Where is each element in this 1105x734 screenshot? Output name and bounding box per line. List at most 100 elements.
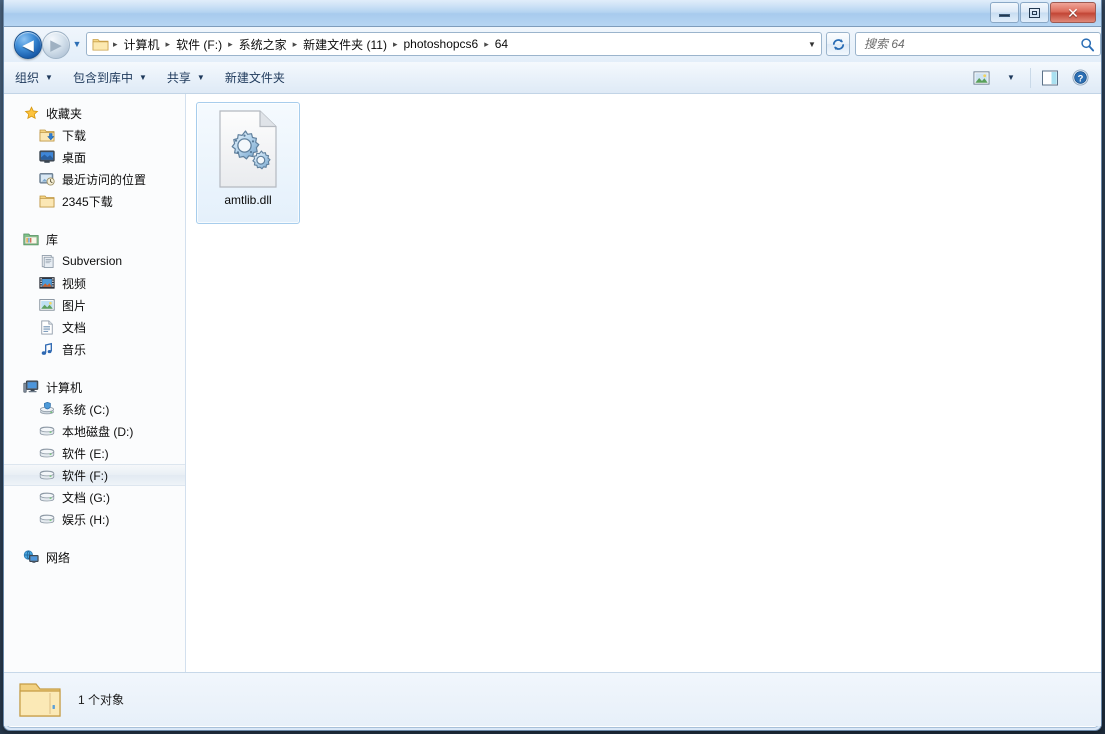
file-name-label: amtlib.dll	[224, 193, 271, 207]
system-drive-icon	[38, 401, 56, 417]
minimize-button[interactable]	[990, 2, 1019, 23]
breadcrumb-item-5[interactable]: 64	[491, 35, 512, 53]
breadcrumb-separator[interactable]: ▸	[226, 39, 235, 50]
share-button[interactable]: 共享 ▼	[158, 66, 214, 90]
view-icon	[973, 70, 990, 86]
recent-places-icon	[38, 171, 56, 187]
maximize-restore-button[interactable]	[1020, 2, 1049, 23]
organize-button[interactable]: 组织 ▼	[6, 66, 62, 90]
sidebar-label-favorites: 收藏夹	[46, 105, 82, 122]
restore-icon	[1021, 3, 1048, 22]
sidebar-item-desktop[interactable]: 桌面	[4, 146, 185, 168]
preview-pane-icon	[1041, 70, 1059, 86]
sidebar-item-music[interactable]: 音乐	[4, 338, 185, 360]
search-icon[interactable]	[1074, 37, 1100, 52]
breadcrumb-item-2[interactable]: 系统之家	[235, 34, 291, 55]
sidebar-label-downloads: 下载	[62, 127, 86, 144]
computer-icon	[22, 379, 40, 395]
sidebar-item-computer[interactable]: 计算机	[4, 376, 185, 398]
sidebar-item-subversion[interactable]: Subversion	[4, 250, 185, 272]
sidebar-item-drive-c[interactable]: 系统 (C:)	[4, 398, 185, 420]
close-glyph: ✕	[1067, 6, 1079, 20]
breadcrumb-separator[interactable]: ▸	[164, 39, 173, 50]
nav-group-libraries: 库 Subversion	[4, 228, 185, 360]
sidebar-label-documents: 文档	[62, 319, 86, 336]
close-button[interactable]: ✕	[1050, 2, 1096, 23]
sidebar-item-libraries[interactable]: 库	[4, 228, 185, 250]
sidebar-item-recent-places[interactable]: 最近访问的位置	[4, 168, 185, 190]
address-bar-row: ◀ ▶ ▼ ▸ 计算机 ▸ 软件 (F:) ▸ 系统之家 ▸ 新建文件夹 (11…	[4, 27, 1101, 62]
sidebar-label-music: 音乐	[62, 341, 86, 358]
new-folder-button[interactable]: 新建文件夹	[216, 66, 294, 90]
sidebar-item-downloads[interactable]: 下载	[4, 124, 185, 146]
breadcrumb-item-1[interactable]: 软件 (F:)	[172, 34, 226, 55]
help-button[interactable]: ?	[1065, 66, 1095, 90]
sidebar-label-libraries: 库	[46, 231, 58, 248]
status-bar: 1 个对象	[4, 672, 1101, 726]
sidebar-item-drive-e[interactable]: 软件 (E:)	[4, 442, 185, 464]
back-button[interactable]: ◀	[14, 31, 42, 59]
address-dropdown-icon[interactable]: ▼	[803, 33, 821, 55]
video-icon	[38, 275, 56, 291]
search-box[interactable]	[855, 32, 1101, 56]
search-input[interactable]	[856, 37, 1074, 51]
address-bar[interactable]: ▸ 计算机 ▸ 软件 (F:) ▸ 系统之家 ▸ 新建文件夹 (11) ▸ ph…	[86, 32, 822, 56]
help-icon: ?	[1072, 69, 1089, 86]
sidebar-item-pictures[interactable]: 图片	[4, 294, 185, 316]
breadcrumb-item-4[interactable]: photoshopcs6	[399, 35, 482, 53]
sidebar-item-favorites[interactable]: 收藏夹	[4, 102, 185, 124]
breadcrumb-item-0[interactable]: 计算机	[120, 34, 164, 55]
sidebar-item-drive-h[interactable]: 娱乐 (H:)	[4, 508, 185, 530]
explorer-body: 收藏夹 下载	[4, 94, 1101, 672]
file-list-view[interactable]: amtlib.dll	[186, 94, 1101, 672]
refresh-button[interactable]	[826, 32, 850, 56]
toolbar-separator	[1030, 68, 1031, 88]
sidebar-item-documents[interactable]: 文档	[4, 316, 185, 338]
change-view-dropdown[interactable]: ▼	[996, 66, 1026, 90]
breadcrumb-separator[interactable]: ▸	[291, 39, 300, 50]
chevron-down-icon: ▼	[1007, 73, 1015, 82]
recent-pages-dropdown[interactable]: ▼	[71, 38, 83, 50]
new-folder-label: 新建文件夹	[225, 69, 285, 86]
title-bar[interactable]: ✕	[4, 0, 1101, 27]
sidebar-label-subversion: Subversion	[62, 254, 122, 268]
breadcrumb: ▸ 计算机 ▸ 软件 (F:) ▸ 系统之家 ▸ 新建文件夹 (11) ▸ ph…	[111, 34, 803, 55]
library-icon	[22, 231, 40, 247]
navigation-pane[interactable]: 收藏夹 下载	[4, 94, 186, 672]
sidebar-label-desktop: 桌面	[62, 149, 86, 166]
file-item-amtlib-dll[interactable]: amtlib.dll	[196, 102, 300, 224]
chevron-down-icon: ▼	[139, 73, 147, 82]
change-view-button[interactable]	[966, 66, 996, 90]
sidebar-item-videos[interactable]: 视频	[4, 272, 185, 294]
sidebar-label-drive-f: 软件 (F:)	[62, 467, 108, 484]
sidebar-label-pictures: 图片	[62, 297, 86, 314]
breadcrumb-separator[interactable]: ▸	[482, 39, 491, 50]
breadcrumb-separator: ▸	[111, 39, 120, 50]
subversion-icon	[38, 253, 56, 269]
close-icon: ✕	[1051, 3, 1095, 22]
sidebar-item-drive-d[interactable]: 本地磁盘 (D:)	[4, 420, 185, 442]
sidebar-item-2345download[interactable]: 2345下载	[4, 190, 185, 212]
include-in-library-label: 包含到库中	[73, 69, 133, 86]
chevron-down-icon: ▼	[197, 73, 205, 82]
drive-icon	[38, 511, 56, 527]
sidebar-item-drive-f[interactable]: 软件 (F:)	[4, 464, 185, 486]
folder-icon	[16, 678, 66, 722]
breadcrumb-separator[interactable]: ▸	[391, 39, 400, 50]
nav-group-favorites: 收藏夹 下载	[4, 102, 185, 212]
minimize-icon	[991, 3, 1018, 22]
dll-gear-icon	[214, 109, 282, 189]
forward-button[interactable]: ▶	[42, 31, 70, 59]
sidebar-item-drive-g[interactable]: 文档 (G:)	[4, 486, 185, 508]
breadcrumb-item-3[interactable]: 新建文件夹 (11)	[299, 34, 391, 55]
chevron-down-icon: ▼	[45, 73, 53, 82]
explorer-window: ✕ ◀ ▶ ▼ ▸ 计算机 ▸ 软件 (F:) ▸	[0, 0, 1105, 734]
sidebar-item-network[interactable]: 网络	[4, 546, 185, 568]
desktop-icon	[38, 149, 56, 165]
organize-label: 组织	[15, 69, 39, 86]
sidebar-label-computer: 计算机	[46, 379, 82, 396]
sidebar-label-drive-d: 本地磁盘 (D:)	[62, 423, 133, 440]
drive-icon	[38, 423, 56, 439]
preview-pane-button[interactable]	[1035, 66, 1065, 90]
include-in-library-button[interactable]: 包含到库中 ▼	[64, 66, 156, 90]
